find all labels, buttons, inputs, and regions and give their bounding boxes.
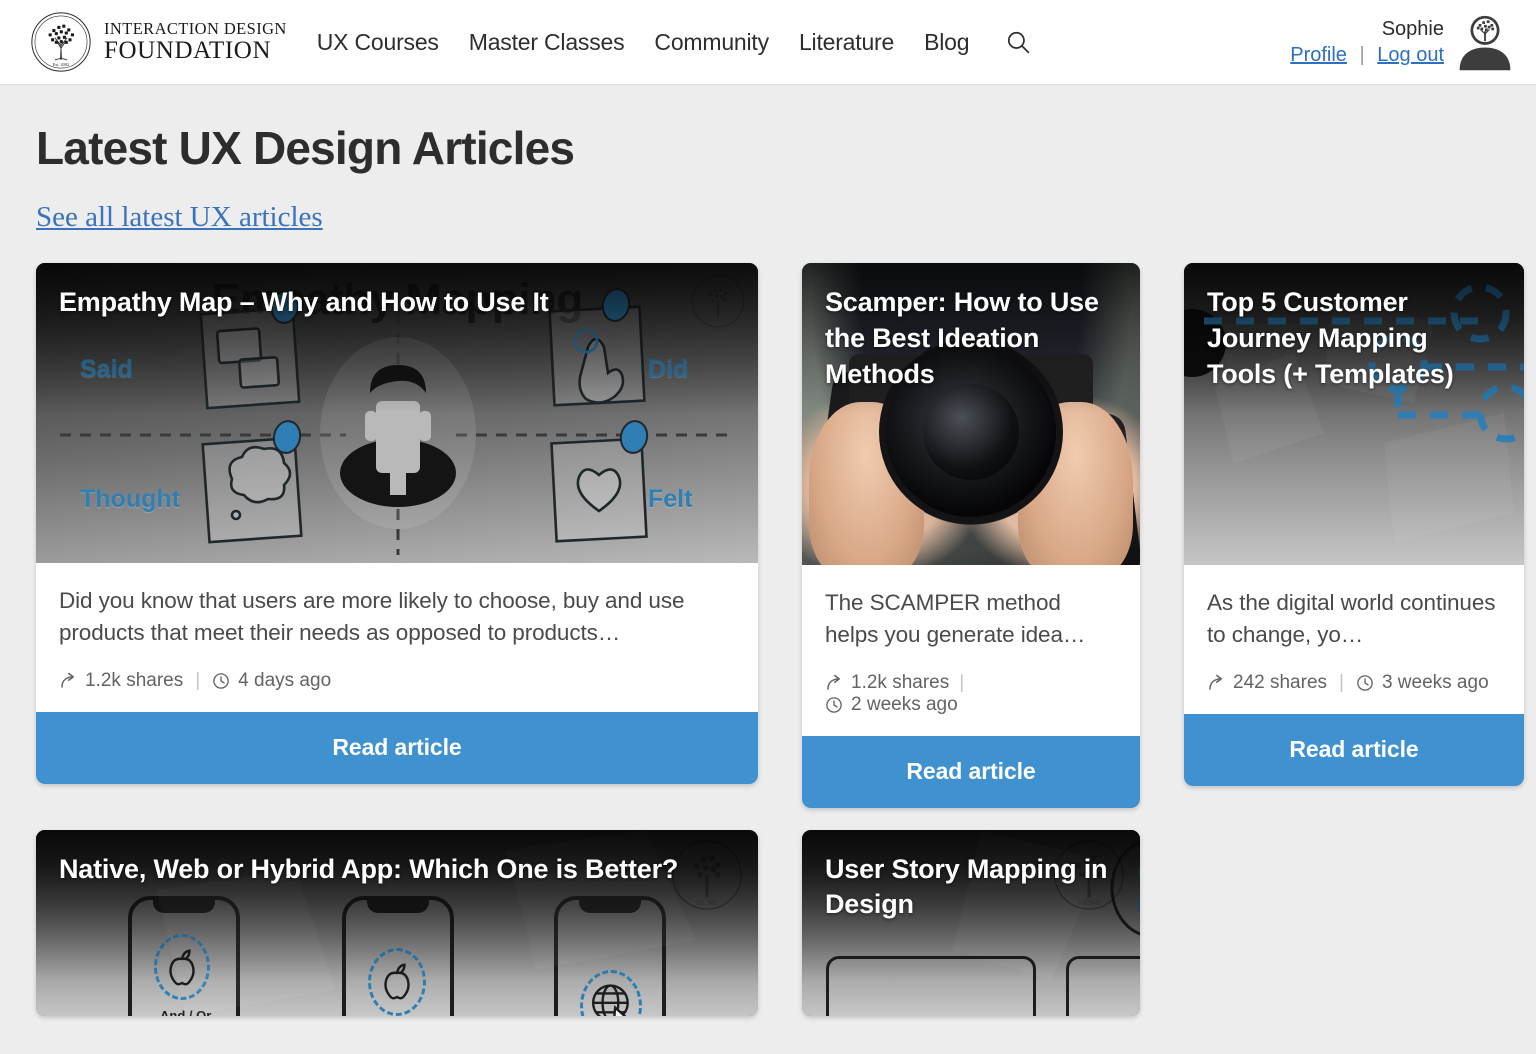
time-meta: 3 weeks ago: [1356, 672, 1489, 694]
article-title: Top 5 Customer Journey Mapping Tools (+ …: [1207, 287, 1454, 389]
user-info: Sophie Profile | Log out: [1290, 18, 1444, 67]
logo-wordmark: INTERACTION DESIGN FOUNDATION: [104, 18, 287, 65]
link-separator: |: [1359, 44, 1365, 66]
time-meta: 2 weeks ago: [825, 694, 1117, 716]
article-body: Did you know that users are more likely …: [36, 563, 758, 712]
user-name: Sophie: [1381, 18, 1444, 40]
search-icon[interactable]: [1005, 29, 1031, 55]
page-content: Latest UX Design Articles See all latest…: [0, 85, 1536, 1016]
share-arrow-icon: [1209, 674, 1222, 690]
article-title: Empathy Map – Why and How to Use It: [59, 287, 549, 318]
article-title: Scamper: How to Use the Best Ideation Me…: [825, 287, 1099, 389]
article-excerpt: Did you know that users are more likely …: [59, 588, 685, 645]
article-card[interactable]: Scamper: How to Use the Best Ideation Me…: [802, 263, 1140, 808]
article-image-camera-photo: Scamper: How to Use the Best Ideation Me…: [802, 263, 1140, 566]
time-ago: 4 days ago: [238, 669, 332, 691]
time-ago: 2 weeks ago: [851, 693, 958, 715]
site-logo[interactable]: Est. 2002 INTERACTION DESIGN FOUNDATION: [30, 11, 287, 73]
time-meta: 4 days ago: [212, 670, 331, 692]
article-meta: 242 shares | 3 weeks ago: [1207, 672, 1501, 694]
nav-item-master-classes[interactable]: Master Classes: [469, 29, 625, 56]
user-links: Profile | Log out: [1290, 44, 1444, 67]
logo-line-1: INTERACTION DESIGN: [104, 18, 287, 38]
shares-count: 242 shares: [1233, 671, 1328, 693]
shares-count: 1.2k shares: [85, 669, 184, 691]
logout-link[interactable]: Log out: [1377, 44, 1444, 66]
nav-item-literature[interactable]: Literature: [799, 29, 894, 56]
meta-divider: |: [195, 669, 201, 691]
site-header: Est. 2002 INTERACTION DESIGN FOUNDATION …: [0, 0, 1536, 85]
read-article-button[interactable]: Read article: [1184, 713, 1524, 786]
article-image-story-map: Est. 2002 User Story Mapping in Design: [802, 829, 1140, 1016]
article-title: Native, Web or Hybrid App: Which One is …: [59, 853, 679, 884]
clock-icon: [826, 697, 842, 713]
time-ago: 3 weeks ago: [1381, 671, 1489, 693]
empathy-label-thought: Thought: [80, 485, 180, 514]
avatar[interactable]: [1456, 14, 1514, 72]
shares-count: 1.2k shares: [851, 671, 950, 693]
shares-meta: 1.2k shares |: [825, 672, 1117, 694]
logo-line-2: FOUNDATION: [104, 37, 272, 65]
article-excerpt: The SCAMPER method helps you generate id…: [825, 590, 1086, 647]
nav-item-blog[interactable]: Blog: [924, 29, 969, 56]
profile-link[interactable]: Profile: [1290, 44, 1347, 66]
article-meta: 1.2k shares | 2 weeks ago: [825, 672, 1117, 716]
articles-grid: Empathy Mapping: [36, 263, 1524, 1016]
globe-cursor-icon: [591, 984, 629, 1016]
article-body: The SCAMPER method helps you generate id…: [802, 565, 1140, 736]
read-article-button[interactable]: Read article: [36, 711, 758, 784]
article-excerpt: As the digital world continues to change…: [1207, 590, 1496, 647]
article-card[interactable]: Top 5 Customer Journey Mapping Tools (+ …: [1184, 263, 1524, 786]
share-arrow-icon: [827, 674, 840, 690]
article-image-phones: Est. 2002 And / Or: [36, 829, 758, 1016]
page-title: Latest UX Design Articles: [36, 122, 575, 174]
see-all-latest-articles-link[interactable]: See all latest UX articles: [36, 201, 323, 234]
clock-icon: [213, 673, 229, 689]
user-account-area: Sophie Profile | Log out: [1290, 0, 1514, 85]
main-navigation: UX Courses Master Classes Community Lite…: [317, 29, 1032, 56]
article-body: As the digital world continues to change…: [1184, 565, 1524, 714]
article-meta: 1.2k shares | 4 days ago: [59, 670, 735, 692]
clock-icon: [1357, 675, 1373, 691]
article-card[interactable]: Est. 2002 And / Or: [36, 829, 758, 1016]
article-image-journey-map: Top 5 Customer Journey Mapping Tools (+ …: [1184, 263, 1524, 566]
shares-meta: 1.2k shares: [59, 670, 183, 692]
article-card[interactable]: Est. 2002 User Story Mapping in Design: [802, 829, 1140, 1016]
article-title: User Story Mapping in Design: [825, 853, 1108, 920]
read-article-button[interactable]: Read article: [802, 735, 1140, 808]
article-card[interactable]: Empathy Mapping: [36, 263, 758, 784]
empathy-label-felt: Felt: [648, 485, 693, 514]
meta-divider: |: [959, 671, 965, 693]
nav-item-community[interactable]: Community: [654, 29, 769, 56]
share-arrow-icon: [61, 672, 74, 688]
meta-divider: |: [1339, 671, 1344, 693]
shares-meta: 242 shares: [1207, 672, 1327, 694]
nav-item-ux-courses[interactable]: UX Courses: [317, 29, 439, 56]
article-image-empathy-map: Empathy Mapping: [36, 263, 758, 564]
seal-year-text: Est. 2002: [53, 62, 69, 67]
idf-seal-icon: Est. 2002: [31, 12, 91, 72]
